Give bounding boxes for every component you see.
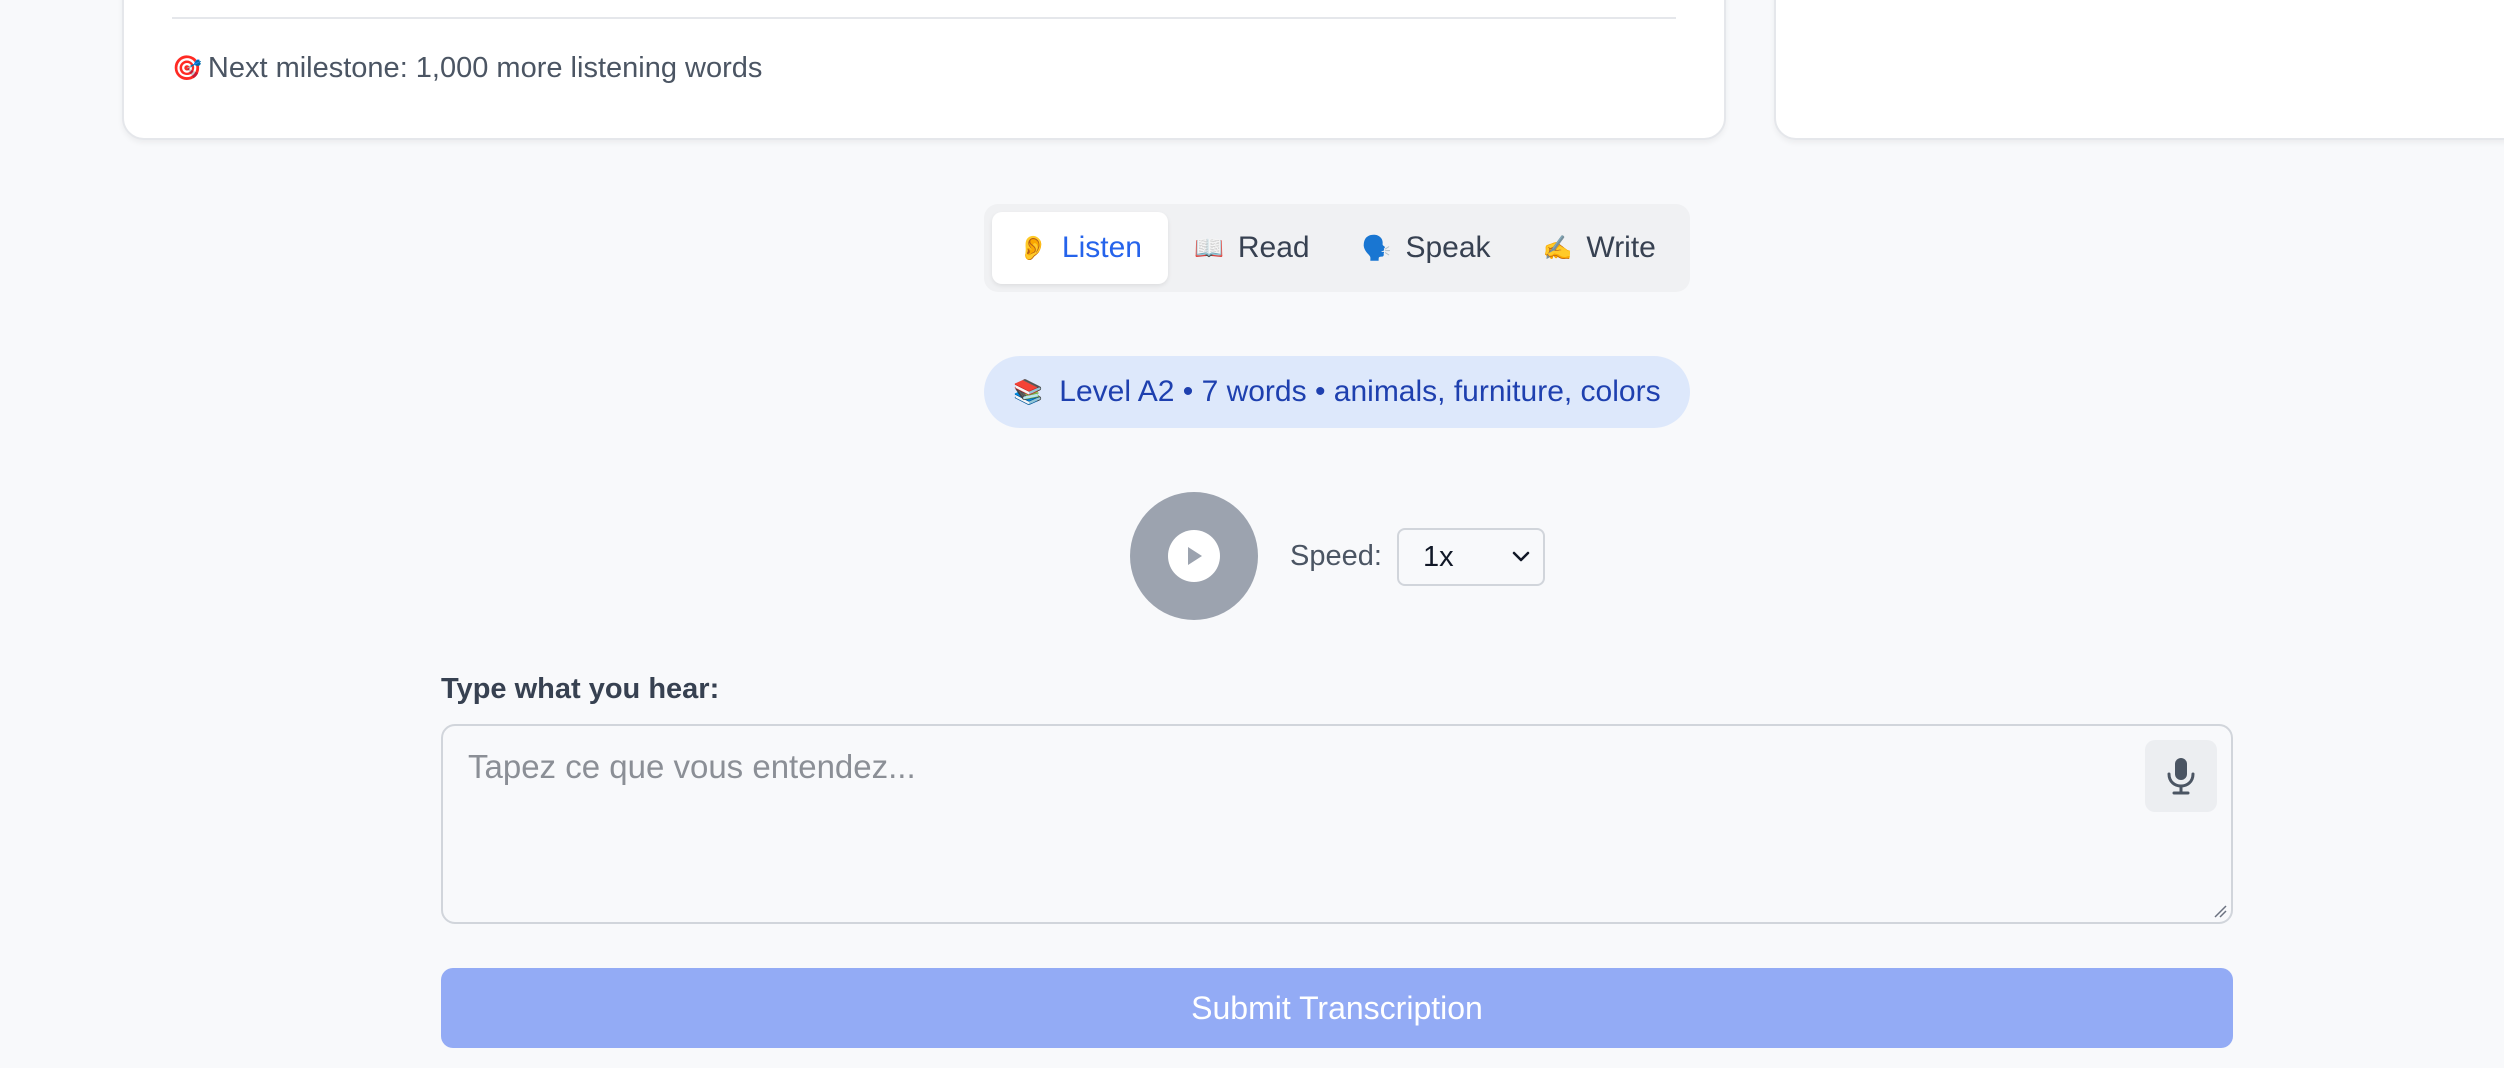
transcription-label: Type what you hear: <box>441 673 720 705</box>
card-divider <box>172 17 1676 19</box>
microphone-icon <box>2167 758 2195 795</box>
tab-label: Write <box>1586 231 1656 264</box>
tab-write[interactable]: ✍️ Write <box>1517 212 1682 284</box>
speed-label: Speed: <box>1290 540 1382 572</box>
speaking-head-icon: 🗣️ <box>1361 234 1392 262</box>
play-audio-button[interactable] <box>1130 492 1258 620</box>
submit-transcription-button[interactable]: Submit Transcription <box>441 968 2233 1048</box>
book-icon: 📖 <box>1193 234 1224 262</box>
transcription-input[interactable] <box>443 726 2231 922</box>
level-badge: 📚 Level A2 • 7 words • animals, furnitur… <box>984 356 1690 428</box>
speed-select[interactable]: 1x <box>1397 528 1545 586</box>
next-milestone: 🎯 Next milestone: 1,000 more listening w… <box>172 52 762 85</box>
transcription-field-wrapper <box>441 724 2233 924</box>
voice-input-button[interactable] <box>2145 740 2217 812</box>
books-icon: 📚 <box>1013 378 1044 406</box>
resize-handle-icon[interactable] <box>2211 902 2227 918</box>
writing-hand-icon: ✍️ <box>1542 234 1573 262</box>
play-icon <box>1168 530 1220 582</box>
tab-speak[interactable]: 🗣️ Speak <box>1336 212 1517 284</box>
skill-tabs: 👂 Listen 📖 Read 🗣️ Speak ✍️ Write <box>984 204 1690 292</box>
progress-card: 🎯 Next milestone: 1,000 more listening w… <box>122 0 1726 140</box>
tab-listen[interactable]: 👂 Listen <box>992 212 1168 284</box>
listening-practice-page: 🎯 Next milestone: 1,000 more listening w… <box>0 0 2504 1068</box>
side-card <box>1774 0 2504 140</box>
level-text: Level A2 • 7 words • animals, furniture,… <box>1059 375 1661 408</box>
speed-value: 1x <box>1423 540 1454 573</box>
tab-label: Speak <box>1405 231 1491 264</box>
tab-read[interactable]: 📖 Read <box>1168 212 1336 284</box>
milestone-text: Next milestone: 1,000 more listening wor… <box>207 52 763 84</box>
ear-icon: 👂 <box>1018 234 1048 262</box>
tab-label: Read <box>1237 231 1310 264</box>
dart-target-icon: 🎯 <box>172 55 202 82</box>
chevron-down-icon <box>1512 551 1530 562</box>
tab-label: Listen <box>1061 231 1142 264</box>
